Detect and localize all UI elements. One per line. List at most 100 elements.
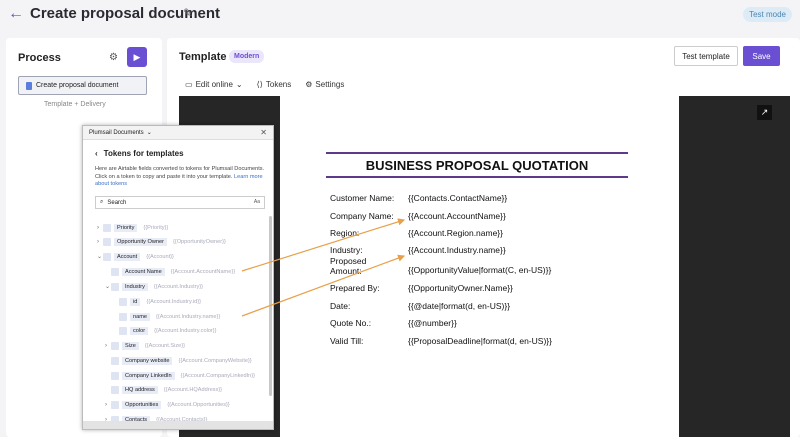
save-button[interactable]: Save bbox=[743, 46, 780, 66]
token-key: {{Account.Size}} bbox=[144, 342, 186, 349]
tokens-popup: Plumsail Documents ⌄ ✕ ‹ Tokens for temp… bbox=[82, 125, 274, 430]
row-token: {{OpportunityValue|format(C, en-US)}} bbox=[408, 265, 552, 275]
row-label: Valid Till: bbox=[330, 336, 364, 346]
row-label: Region: bbox=[330, 228, 360, 238]
heading-rule-top bbox=[326, 152, 628, 154]
test-template-button[interactable]: Test template bbox=[674, 46, 738, 66]
token-row[interactable]: Company LinkedIn {{Account.CompanyLinkedI… bbox=[111, 370, 255, 381]
run-process-button[interactable]: ▶ bbox=[127, 47, 147, 67]
top-bar: ← Create proposal document ✎ Test mode bbox=[0, 0, 800, 30]
chevron-down-icon[interactable]: ⌄ bbox=[147, 129, 152, 136]
token-key: {{Account.Opportunities}} bbox=[167, 401, 230, 408]
token-key: {{Priority}} bbox=[143, 224, 169, 231]
search-icon: ⌕ bbox=[100, 199, 104, 205]
template-toolbar: ▭ Edit online ⌄ ⟨⟩ Tokens ⚙ Settings bbox=[185, 80, 344, 89]
edit-online-label: Edit online bbox=[195, 80, 233, 89]
token-label: HQ address bbox=[122, 385, 158, 394]
token-key: {{Account.Industry.id}} bbox=[146, 298, 201, 305]
field-icon bbox=[111, 356, 119, 365]
row-label: Customer Name: bbox=[330, 193, 395, 203]
settings-button[interactable]: ⚙ Settings bbox=[305, 80, 344, 89]
popup-header: Plumsail Documents ⌄ ✕ bbox=[83, 126, 273, 140]
field-icon bbox=[119, 297, 127, 306]
field-icon bbox=[103, 223, 111, 232]
close-icon[interactable]: ✕ bbox=[260, 128, 267, 137]
token-row[interactable]: › Opportunities {{Account.Opportunities}} bbox=[105, 399, 230, 410]
edit-online-menu[interactable]: ▭ Edit online ⌄ bbox=[185, 80, 243, 89]
popup-bottom-bar bbox=[83, 421, 273, 429]
token-label: Priority bbox=[114, 223, 138, 232]
flow-labels: Template + Delivery bbox=[44, 101, 106, 108]
match-case-toggle[interactable]: Aa bbox=[254, 199, 260, 205]
app-name: Plumsail Documents bbox=[89, 129, 144, 136]
heading-rule-bottom bbox=[326, 176, 628, 178]
token-search-input[interactable]: ⌕ Search Aa bbox=[95, 196, 265, 209]
token-label: Company website bbox=[122, 356, 173, 365]
token-label: id bbox=[130, 297, 141, 306]
tokens-label: Tokens bbox=[265, 80, 292, 89]
gear-icon[interactable]: ⚙ bbox=[109, 52, 118, 63]
token-label: name bbox=[130, 312, 150, 321]
tokens-button[interactable]: ⟨⟩ Tokens bbox=[257, 80, 292, 89]
step-label: Create proposal document bbox=[36, 82, 119, 89]
settings-label: Settings bbox=[315, 80, 345, 89]
chevron-left-icon[interactable]: ‹ bbox=[95, 149, 98, 158]
token-key: {{Account.Industry.name}} bbox=[156, 313, 221, 320]
field-icon bbox=[119, 326, 127, 335]
chevron-down-icon: ⌄ bbox=[235, 80, 243, 89]
token-key: {{Account.CompanyWebsite}} bbox=[178, 357, 252, 364]
test-mode-badge[interactable]: Test mode bbox=[743, 7, 792, 22]
open-external-icon[interactable]: ↗ bbox=[757, 105, 772, 120]
field-icon bbox=[111, 385, 119, 394]
token-row[interactable]: HQ address {{Account.HQAddress}} bbox=[111, 384, 222, 395]
token-label: Opportunities bbox=[122, 400, 162, 409]
field-icon bbox=[111, 267, 119, 276]
back-arrow-icon[interactable]: ← bbox=[8, 5, 24, 23]
token-row[interactable]: ⌄ Industry {{Account.Industry}} bbox=[105, 281, 203, 292]
field-icon bbox=[111, 400, 119, 409]
token-key: {{Account.CompanyLinkedIn}} bbox=[180, 372, 255, 379]
row-token: {{Account.AccountName}} bbox=[408, 211, 506, 221]
flow-delivery[interactable]: Delivery bbox=[80, 101, 105, 108]
token-label: Opportunity Owner bbox=[114, 237, 167, 246]
token-row[interactable]: Account Name {{Account.AccountName}} bbox=[111, 266, 235, 277]
row-label: Company Name: bbox=[330, 211, 394, 221]
token-row[interactable]: › Opportunity Owner {{OpportunityOwner}} bbox=[97, 236, 226, 247]
popup-scrollbar[interactable] bbox=[269, 216, 272, 396]
search-placeholder: Search bbox=[107, 199, 127, 206]
token-label: Size bbox=[122, 341, 139, 350]
row-label: Industry: bbox=[330, 245, 363, 255]
template-style-badge: Modern bbox=[229, 50, 265, 63]
file-icon: ▭ bbox=[185, 80, 193, 89]
token-key: {{Account.AccountName}} bbox=[170, 268, 236, 275]
row-token: {{ProposalDeadline|format(d, en-US)}} bbox=[408, 336, 552, 346]
row-token: {{OpportunityOwner.Name}} bbox=[408, 283, 513, 293]
token-row[interactable]: color {{Account.Industry.color}} bbox=[119, 325, 217, 336]
document-heading: BUSINESS PROPOSAL QUOTATION bbox=[365, 158, 589, 173]
row-token: {{Account.Industry.name}} bbox=[408, 245, 506, 255]
field-icon bbox=[111, 282, 119, 291]
token-key: {{Account.Industry}} bbox=[153, 283, 204, 290]
edit-pencil-icon[interactable]: ✎ bbox=[183, 6, 193, 20]
token-row[interactable]: id {{Account.Industry.id}} bbox=[119, 296, 201, 307]
token-row[interactable]: › Priority {{Priority}} bbox=[97, 222, 168, 233]
row-token: {{Contacts.ContactName}} bbox=[408, 193, 508, 203]
token-row[interactable]: ⌄ Account {{Account}} bbox=[97, 251, 174, 262]
document-icon bbox=[26, 81, 32, 90]
token-label: Account bbox=[114, 252, 141, 261]
field-icon bbox=[111, 371, 119, 380]
field-icon bbox=[119, 312, 127, 321]
token-row[interactable]: Company website {{Account.CompanyWebsite}… bbox=[111, 355, 252, 366]
popup-title: ‹ Tokens for templates bbox=[95, 149, 184, 158]
popup-title-text: Tokens for templates bbox=[103, 149, 184, 158]
token-label: color bbox=[130, 326, 149, 335]
flow-template[interactable]: Template bbox=[44, 101, 72, 108]
play-icon: ▶ bbox=[133, 51, 141, 62]
token-row[interactable]: › Size {{Account.Size}} bbox=[105, 340, 185, 351]
row-label: Date: bbox=[330, 301, 351, 311]
process-step-create-document[interactable]: Create proposal document bbox=[18, 76, 147, 95]
token-row[interactable]: name {{Account.Industry.name}} bbox=[119, 311, 220, 322]
token-label: Company LinkedIn bbox=[122, 371, 175, 380]
row-token: {{Account.Region.name}} bbox=[408, 228, 503, 238]
token-key: {{Account}} bbox=[146, 253, 174, 260]
